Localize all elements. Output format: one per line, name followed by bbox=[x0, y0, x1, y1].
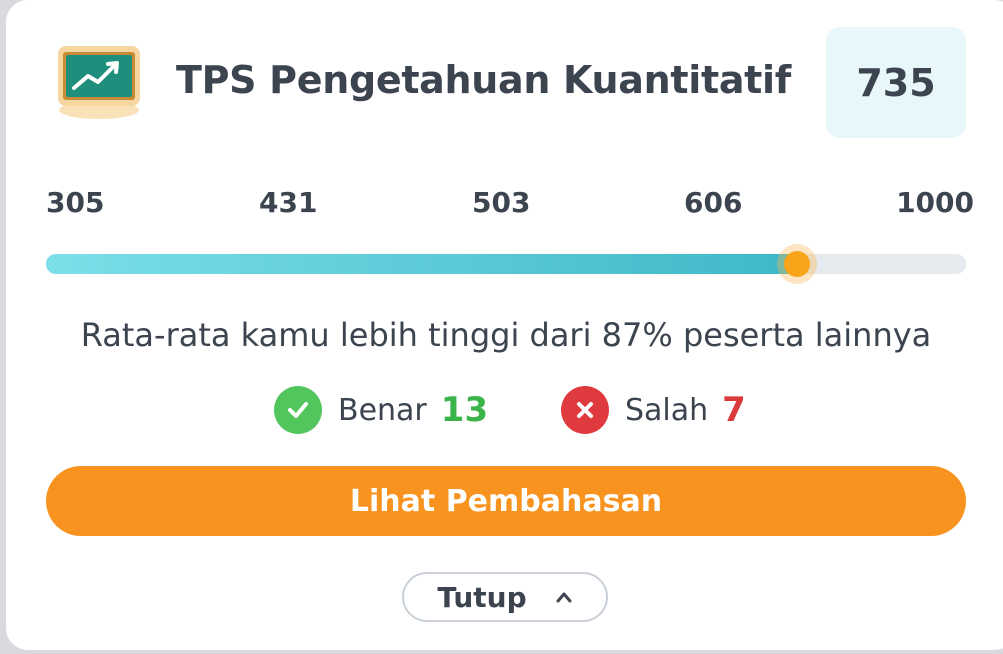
wrong-count: 7 bbox=[722, 390, 746, 430]
chevron-up-icon bbox=[556, 592, 572, 603]
correct-stat: Benar 13 bbox=[274, 386, 488, 434]
x-circle-icon bbox=[561, 386, 609, 434]
score-value: 735 bbox=[856, 60, 936, 105]
percentile-summary: Rata-rata kamu lebih tinggi dari 87% pes… bbox=[80, 316, 932, 354]
view-discussion-button[interactable]: Lihat Pembahasan bbox=[46, 466, 966, 536]
scale-tick: 1000 bbox=[896, 186, 974, 219]
wrong-label: Salah bbox=[625, 392, 709, 428]
page-title: TPS Pengetahuan Kuantitatif bbox=[176, 58, 792, 102]
check-circle-icon bbox=[274, 386, 322, 434]
scale-tick: 606 bbox=[684, 186, 743, 219]
progress-knob bbox=[784, 251, 810, 277]
score-card: TPS Pengetahuan Kuantitatif 735 305 431 … bbox=[6, 0, 1003, 650]
progress-fill bbox=[46, 254, 797, 274]
scale-tick: 431 bbox=[259, 186, 318, 219]
chalkboard-chart-icon bbox=[54, 40, 144, 122]
correct-count: 13 bbox=[440, 390, 489, 430]
close-button[interactable]: Tutup bbox=[402, 572, 608, 622]
close-label: Tutup bbox=[437, 580, 527, 614]
scale-tick: 503 bbox=[472, 186, 531, 219]
correct-label: Benar bbox=[338, 392, 427, 428]
wrong-stat: Salah 7 bbox=[561, 386, 746, 434]
score-progress-bar bbox=[46, 244, 966, 284]
scale-tick: 305 bbox=[46, 186, 105, 219]
score-badge: 735 bbox=[826, 27, 966, 138]
